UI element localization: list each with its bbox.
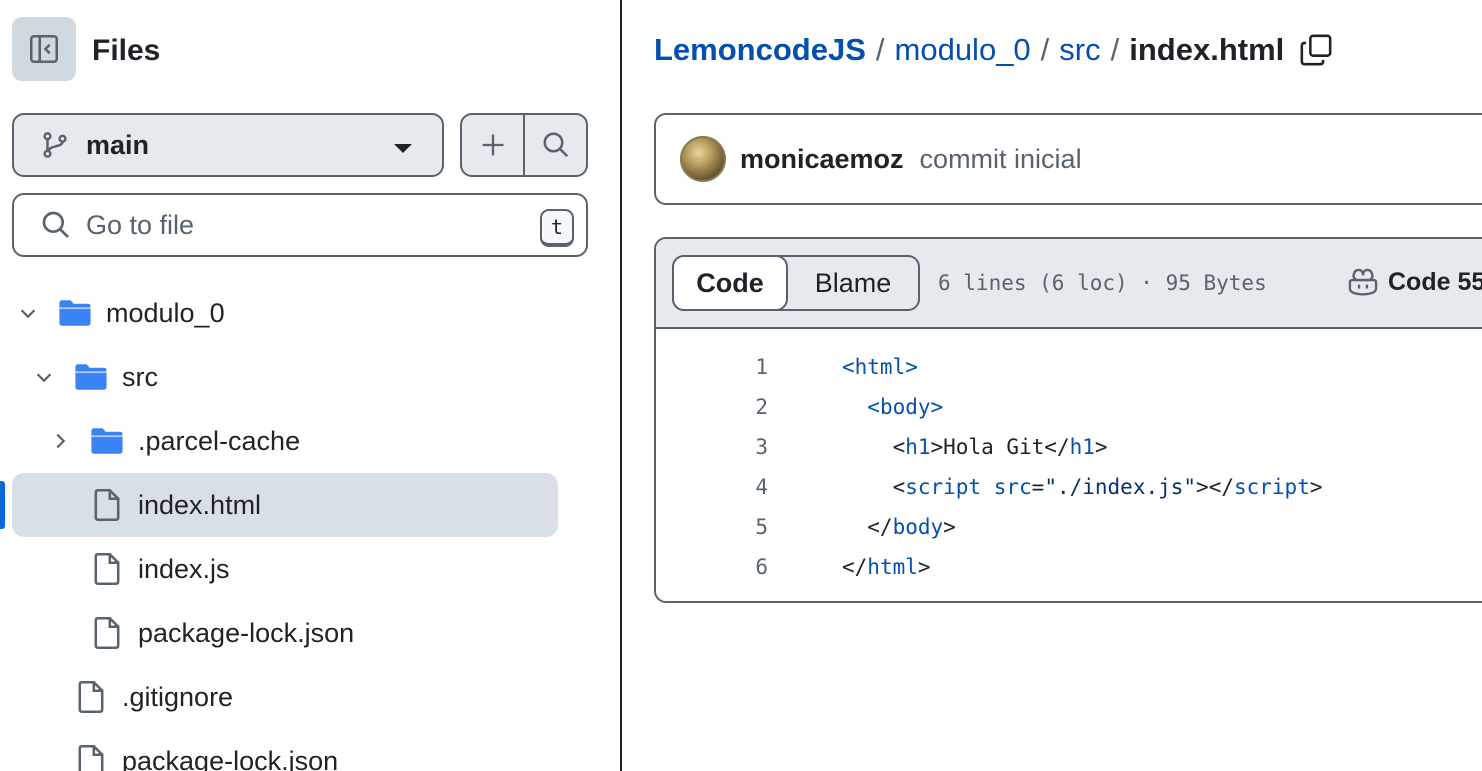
sidebar-collapse-icon [29, 34, 59, 64]
breadcrumb-repo-link[interactable]: LemoncodeJS [654, 28, 866, 72]
file-header: Code Blame 6 lines (6 loc) · 95 Bytes Co… [656, 239, 1482, 329]
chevron-down-icon [394, 144, 412, 153]
tree-item-label: package-lock.json [138, 617, 355, 648]
code-text: </body> [842, 515, 956, 539]
add-file-button[interactable] [462, 115, 523, 175]
line-number[interactable]: 5 [656, 515, 768, 539]
file-tree-sidebar: Files main Go to file t modulo_0 src .pa… [0, 0, 620, 771]
search-icon [543, 132, 568, 158]
code-line: 3 <h1>Hola Git</h1> [656, 427, 1482, 467]
latest-commit-box: monicaemoz commit inicial [654, 113, 1482, 205]
breadcrumb: LemoncodeJS / modulo_0 / src / index.htm… [654, 28, 1284, 72]
line-number[interactable]: 3 [656, 435, 768, 459]
tree-item-label: index.html [138, 489, 262, 520]
tree-item-label: package-lock.json [122, 745, 339, 771]
sidebar-title: Files [92, 34, 161, 67]
code-text: <h1>Hola Git</h1> [842, 435, 1108, 459]
code-line: 6 </html> [656, 547, 1482, 587]
tree-item-file[interactable]: .gitignore [0, 665, 620, 729]
file-stats: 6 lines (6 loc) · 95 Bytes [938, 271, 1267, 295]
file-tree: modulo_0 src .parcel-cache index.html in… [0, 281, 620, 771]
copy-icon [1300, 34, 1332, 66]
search-files-button[interactable] [523, 115, 586, 175]
breadcrumb-current-file: index.html [1129, 32, 1285, 67]
tree-item-label: .gitignore [122, 681, 234, 712]
tree-item-file[interactable]: package-lock.json [0, 729, 620, 771]
breadcrumb-separator: / [875, 32, 885, 67]
commit-message-link[interactable]: commit inicial [920, 144, 1082, 175]
code-line: 4 <script src="./index.js"></script> [656, 467, 1482, 507]
plus-icon [482, 134, 503, 156]
keyboard-shortcut-badge: t [540, 209, 574, 247]
code-text: <html> [842, 355, 918, 379]
code-line: 2 <body> [656, 387, 1482, 427]
line-number[interactable]: 2 [656, 395, 768, 419]
file-icon [74, 744, 108, 771]
folder-icon [58, 296, 92, 330]
copilot-button[interactable]: Code 55% [1346, 267, 1482, 297]
chevron-right-icon[interactable] [48, 429, 72, 453]
file-icon [90, 616, 124, 650]
breadcrumb-folder-link[interactable]: src [1059, 28, 1100, 72]
selected-indicator [0, 481, 5, 529]
tree-item-file[interactable]: package-lock.json [0, 601, 620, 665]
tree-item-label: src [122, 361, 158, 392]
file-icon [90, 488, 124, 522]
chevron-down-icon[interactable] [16, 301, 40, 325]
code-text: <body> [867, 395, 944, 419]
breadcrumb-folder-link[interactable]: modulo_0 [895, 28, 1031, 72]
view-mode-switch: Code Blame [672, 255, 920, 311]
line-number[interactable]: 4 [656, 475, 768, 499]
tree-item-label: .parcel-cache [138, 425, 301, 456]
commit-author-link[interactable]: monicaemoz [740, 144, 904, 175]
tree-item-label: modulo_0 [106, 297, 225, 328]
go-to-file-box: t [12, 193, 588, 257]
code-line: 5 </body> [656, 507, 1482, 547]
folder-icon [74, 360, 108, 394]
tree-item-folder[interactable]: modulo_0 [0, 281, 620, 345]
tree-item-folder[interactable]: src [0, 345, 620, 409]
copilot-label: Code 55% [1388, 267, 1482, 296]
tree-item-folder[interactable]: .parcel-cache [0, 409, 620, 473]
collapse-sidebar-button[interactable] [12, 17, 76, 81]
breadcrumb-separator: / [1040, 32, 1050, 67]
tree-actions [460, 113, 588, 177]
tree-item-label: index.js [138, 553, 230, 584]
search-icon [40, 209, 72, 241]
branch-selector-button[interactable]: main [12, 113, 444, 177]
branch-name: main [86, 129, 150, 160]
file-icon [74, 680, 108, 714]
file-viewer: Code Blame 6 lines (6 loc) · 95 Bytes Co… [654, 237, 1482, 603]
git-branch-icon [40, 130, 70, 160]
tab-blame[interactable]: Blame [788, 257, 918, 309]
code-text: </html> [842, 555, 931, 579]
line-number[interactable]: 6 [656, 555, 768, 579]
file-icon [90, 552, 124, 586]
tree-item-file-selected[interactable]: index.html [0, 473, 620, 537]
line-number[interactable]: 1 [656, 355, 768, 379]
chevron-down-icon[interactable] [32, 365, 56, 389]
copy-path-button[interactable] [1296, 30, 1336, 70]
go-to-file-input[interactable] [86, 209, 506, 241]
tab-code[interactable]: Code [672, 255, 788, 311]
code-view: 1 <html> 2 <body> 3 <h1>Hola Git</h1> 4 <scr… [656, 329, 1482, 587]
code-text: <script src="./index.js"></script> [842, 475, 1323, 499]
copilot-icon [1348, 268, 1378, 296]
avatar[interactable] [680, 136, 726, 182]
tree-item-file[interactable]: index.js [0, 537, 620, 601]
breadcrumb-separator: / [1110, 32, 1120, 67]
sidebar-resize-handle[interactable] [620, 0, 622, 771]
folder-icon [90, 424, 124, 458]
code-line: 1 <html> [656, 347, 1482, 387]
